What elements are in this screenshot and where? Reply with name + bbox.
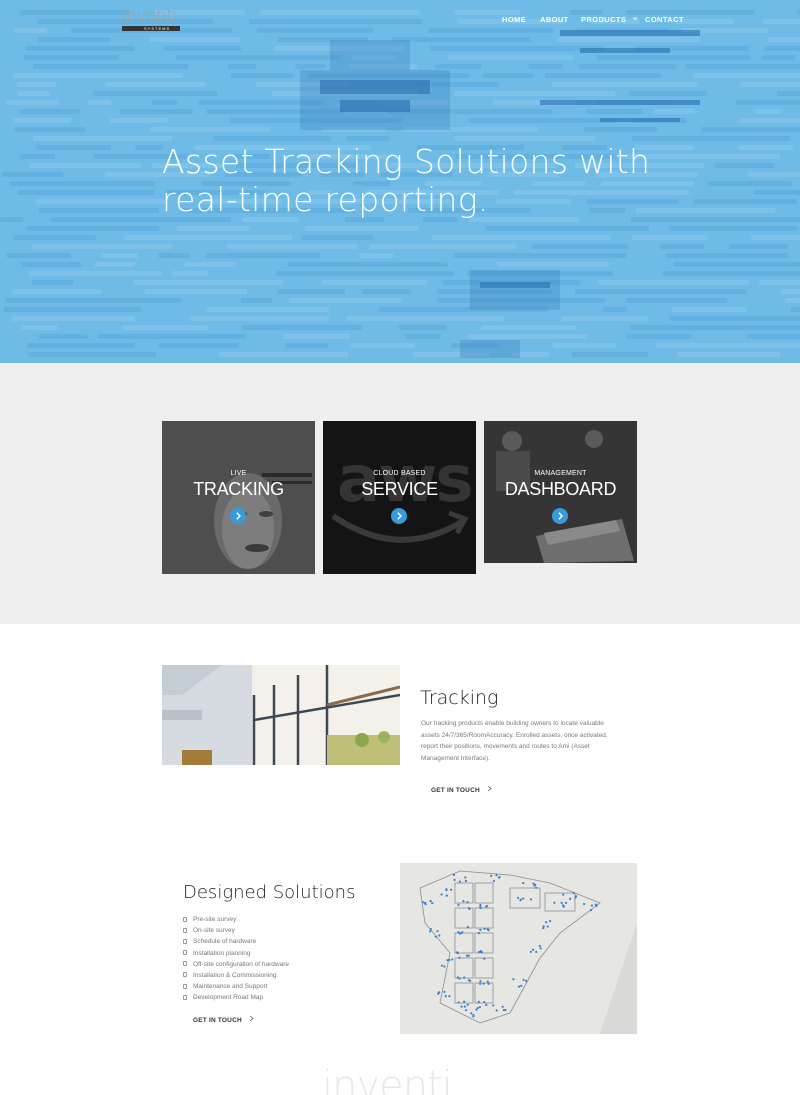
card-live-tracking[interactable]: LIVE TRACKING [162,421,315,574]
card-arrow-button[interactable] [552,508,568,524]
bullet-icon [183,950,187,956]
tracking-description: Our tracking products enable building ow… [421,720,608,762]
bullet-icon [183,972,187,978]
list-item-label: Installation planning [193,949,251,957]
hero-banner: inventi SYSTEMS HOME ABOUT PRODUCTS CONT… [0,0,800,363]
card-arrow-button[interactable] [391,508,407,524]
nav-about[interactable]: ABOUT [540,15,569,24]
list-item-label: Development Road Map [193,994,264,1002]
card-management-dashboard[interactable]: MANAGEMENT DASHBOARD [484,421,637,563]
card-small-label: LIVE [230,470,247,477]
hero-title: Asset Tracking Solutions with real-time … [162,143,682,219]
list-item: On-site survey [183,925,289,936]
chevron-right-icon [397,512,402,520]
bullet-icon [183,961,187,967]
nav-products[interactable]: PRODUCTS [581,15,638,24]
feature-cards-section: LIVE TRACKING aws CLOUD BASED SERVICE MA… [0,363,800,624]
list-item: Off-site configuration of hardware [183,959,289,970]
tracking-building-image [162,665,400,765]
card-small-label: MANAGEMENT [534,470,587,477]
logo-subtitle: SYSTEMS [144,25,171,31]
bullet-icon [183,927,187,933]
card-title: TRACKING [193,479,284,499]
chevron-right-icon [236,512,241,520]
list-item: Installation & Commissioning [183,970,289,981]
floor-plan-image [400,863,637,1034]
card-cloud-service[interactable]: aws CLOUD BASED SERVICE [323,421,476,574]
list-item-label: Off-site configuration of hardware [193,960,289,968]
list-item: Schedule of hardware [183,936,289,947]
arrow-right-icon [249,1015,254,1022]
card-small-label: CLOUD BASED [373,470,426,477]
cta-label: GET IN TOUCH [431,787,480,794]
bullet-icon [183,938,187,944]
list-item-label: Pre-site survey [193,916,237,923]
card-arrow-button[interactable] [230,508,246,524]
list-item: Development Road Map [183,992,289,1003]
list-item-label: Schedule of hardware [193,938,257,946]
tracking-title: Tracking [420,687,499,709]
logo-text: inventi [122,6,177,26]
tracking-get-in-touch-link[interactable]: GET IN TOUCH [431,785,493,794]
list-item: Installation planning [183,948,289,959]
list-item-label: Installation & Commissioning [193,971,277,979]
list-item: Pre-site survey [183,914,289,925]
chevron-down-icon [632,17,638,21]
hero-title-line-2: real-time reporting. [162,180,489,219]
chevron-right-icon [558,512,563,520]
solutions-list: Pre-site survey On-site survey Schedule … [183,914,289,1004]
footer-logo: inventi [322,1063,453,1095]
card-title: DASHBOARD [504,479,617,499]
nav-home[interactable]: HOME [502,15,526,24]
bullet-icon [183,994,187,1000]
solutions-get-in-touch-link[interactable]: GET IN TOUCH [193,1015,255,1024]
hero-title-line-1: Asset Tracking Solutions with [162,142,651,181]
logo[interactable]: inventi SYSTEMS [122,6,182,32]
list-item-label: Maintenance and Support [193,983,268,991]
list-item-label: On-site survey [193,927,235,935]
arrow-right-icon [487,785,492,792]
solutions-title: Designed Solutions [183,882,356,903]
nav-contact[interactable]: CONTACT [645,15,684,24]
list-item: Maintenance and Support [183,981,289,992]
nav-products-label: PRODUCTS [581,15,627,24]
bullet-icon [183,916,187,922]
card-title: SERVICE [361,479,438,499]
cta-label: GET IN TOUCH [193,1017,242,1024]
bullet-icon [183,983,187,989]
